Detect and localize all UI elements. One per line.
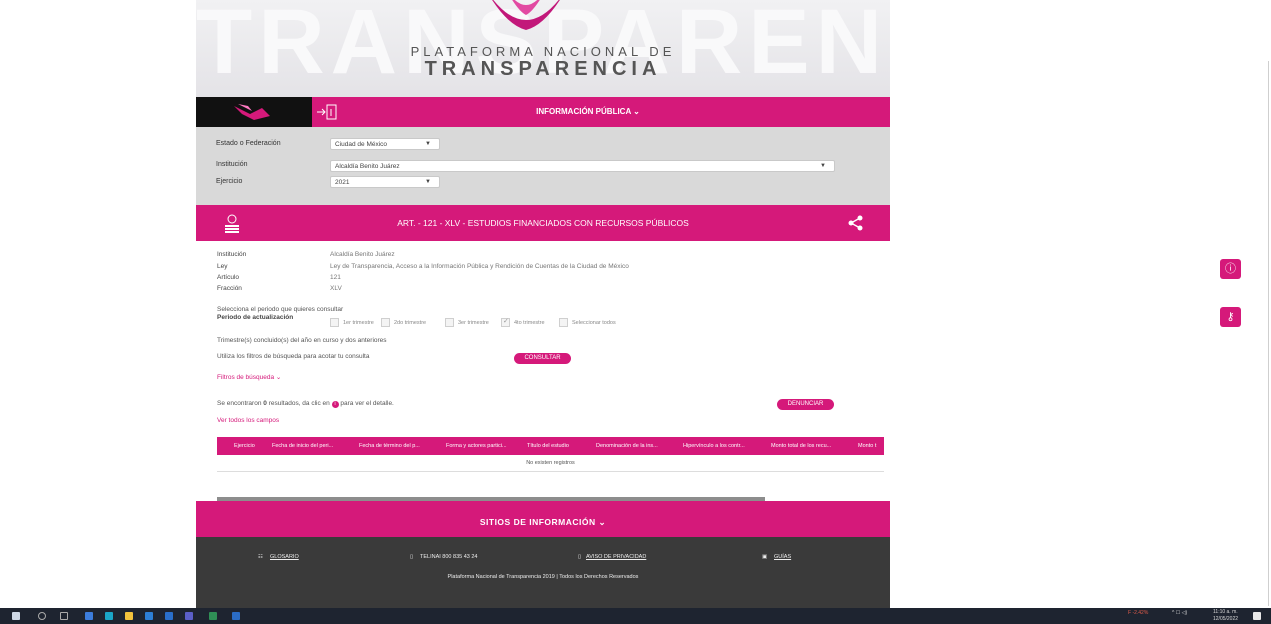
chevron-down-icon: ▼ [820, 163, 826, 169]
tray-icons[interactable]: ^ ☐ ◁) [1172, 611, 1187, 616]
checkbox-seleccionar-todos[interactable] [559, 318, 568, 327]
col-header[interactable]: Monto t [858, 437, 876, 455]
results-suffix2: para ver el detalle. [340, 400, 394, 407]
results-prefix: Se encontraron [217, 400, 262, 407]
info-dot-icon: i [331, 401, 339, 408]
col-header[interactable]: Forma y actores partici... [446, 437, 507, 455]
clock-date[interactable]: 12/05/2022 [1213, 617, 1238, 622]
info-value-fraccion: XLV [330, 285, 342, 292]
checkbox-2do-trimestre[interactable] [381, 318, 390, 327]
task-view-icon[interactable] [60, 612, 68, 620]
period-label: Periodo de actualización [217, 314, 294, 321]
label-4to-trimestre: 4to trimestre [514, 320, 545, 326]
label-seleccionar-todos: Seleccionar todos [572, 320, 616, 326]
checkbox-1er-trimestre[interactable] [330, 318, 339, 327]
chrome-icon[interactable] [85, 612, 93, 620]
col-header[interactable]: Fecha de término del p... [359, 437, 420, 455]
results-suffix: resultados, da clic en [268, 400, 330, 407]
main-nav: INFORMACIÓN PÚBLICA ⌄ [196, 97, 890, 127]
edge-icon[interactable] [105, 612, 113, 620]
results-summary: Se encontraron 0 resultados, da clic en … [217, 400, 394, 408]
store-icon[interactable] [145, 612, 153, 620]
excel-icon[interactable] [209, 612, 217, 620]
consultar-button[interactable]: CONSULTAR [514, 353, 571, 364]
privacy-icon: ▯ [578, 554, 582, 560]
banner-line2: TRANSPARENCIA [424, 58, 662, 80]
institucion-select[interactable]: Alcaldía Benito Juárez ▼ [330, 160, 835, 172]
file-explorer-icon[interactable] [125, 612, 133, 620]
aviso-privacidad-link[interactable]: AVISO DE PRIVACIDAD [586, 554, 646, 560]
col-header[interactable]: Ejercicio [234, 437, 255, 455]
estado-select[interactable]: Ciudad de México ▼ [330, 138, 440, 150]
table-empty-row: No existen registros [217, 455, 884, 472]
label-2do-trimestre: 2do trimestre [394, 320, 427, 326]
article-title: ART. - 121 - XLV - ESTUDIOS FINANCIADOS … [397, 218, 689, 228]
footer: ☷ GLOSARIO ▯ TELINAI 800 835 43 24 ▯ AVI… [196, 537, 890, 608]
filters-panel: Estado o Federación Ciudad de México ▼ I… [196, 127, 890, 205]
clock-time[interactable]: 11:10 a. m. [1213, 610, 1238, 615]
telinai-text: TELINAI 800 835 43 24 [420, 554, 478, 560]
institucion-label: Institución [216, 161, 248, 168]
phone-icon: ▯ [410, 554, 414, 560]
estado-label: Estado o Federación [216, 140, 281, 147]
banner-line1: PLATAFORMA NACIONAL DE [410, 44, 676, 59]
ver-todos-campos-link[interactable]: Ver todos los campos [217, 417, 279, 424]
results-table-header: Ejercicio Fecha de inicio del peri... Fe… [217, 437, 884, 455]
word-icon[interactable] [232, 612, 240, 620]
label-1er-trimestre: 1er trimestre [343, 320, 374, 326]
info-label-articulo: Artículo [217, 274, 240, 281]
info-value-articulo: 121 [330, 274, 341, 281]
sitios-informacion-toggle[interactable]: SITIOS DE INFORMACIÓN ⌄ [196, 501, 890, 537]
col-header[interactable]: Hipervínculo a los contr... [683, 437, 745, 455]
filtros-busqueda-link[interactable]: Filtros de búsqueda ⌄ [217, 373, 281, 381]
ejercicio-select[interactable]: 2021 ▼ [330, 176, 440, 188]
glosario-icon: ☷ [258, 554, 263, 560]
informacion-publica-menu[interactable]: INFORMACIÓN PÚBLICA ⌄ [196, 97, 890, 127]
article-bar: ART. - 121 - XLV - ESTUDIOS FINANCIADOS … [196, 205, 890, 241]
ejercicio-label: Ejercicio [216, 178, 243, 185]
period-prompt: Selecciona el periodo que quieres consul… [217, 306, 344, 313]
glosario-link[interactable]: GLOSARIO [270, 554, 299, 560]
chevron-down-icon: ▼ [425, 141, 431, 147]
teams-icon[interactable] [185, 612, 193, 620]
results-count: 0 [263, 400, 267, 407]
windows-start-icon[interactable] [12, 612, 20, 620]
col-header[interactable]: Fecha de inicio del peri... [272, 437, 333, 455]
period-note: Trimestre(s) concluido(s) del año en cur… [217, 337, 387, 344]
chevron-down-icon: ▼ [425, 179, 431, 185]
footer-copyright: Plataforma Nacional de Transparencia 201… [447, 574, 639, 580]
search-hint: Utiliza los filtros de búsqueda para aco… [217, 353, 370, 360]
col-header[interactable]: Monto total de los recu... [771, 437, 831, 455]
label-3er-trimestre: 3er trimestre [458, 320, 489, 326]
info-value-ley: Ley de Transparencia, Acceso a la Inform… [330, 263, 629, 270]
col-header[interactable]: Denominación de la ins... [596, 437, 658, 455]
info-value-institucion: Alcaldía Benito Juárez [330, 251, 395, 258]
mail-icon[interactable] [165, 612, 173, 620]
header-banner: TRANSPARENCIA PLATAFORMA NACIONAL DE TRA… [196, 0, 890, 97]
guias-link[interactable]: GUÍAS [774, 554, 791, 560]
key-icon[interactable]: ⚷ [1220, 307, 1241, 327]
logo-flower-icon [492, 0, 560, 30]
alert-icon[interactable]: ⓘ [1220, 259, 1241, 279]
windows-taskbar: F -2.42% ^ ☐ ◁) 11:10 a. m. 12/05/2022 [0, 608, 1271, 624]
search-icon[interactable] [38, 612, 46, 620]
share-icon[interactable] [848, 215, 864, 231]
page: TRANSPARENCIA PLATAFORMA NACIONAL DE TRA… [196, 0, 890, 608]
stock-ticker[interactable]: F -2.42% [1128, 611, 1148, 616]
info-label-institucion: Institución [217, 251, 247, 258]
checkbox-4to-trimestre[interactable] [501, 317, 510, 327]
info-label-ley: Ley [217, 263, 228, 270]
col-header[interactable]: Título del estudio [527, 437, 569, 455]
denunciar-button[interactable]: DENUNCIAR [777, 399, 834, 410]
checkbox-3er-trimestre[interactable] [445, 318, 454, 327]
guias-icon: ▣ [762, 554, 768, 560]
institucion-value: Alcaldía Benito Juárez [335, 163, 400, 170]
notification-icon[interactable] [1253, 612, 1261, 620]
ejercicio-value: 2021 [335, 179, 350, 186]
estado-value: Ciudad de México [335, 141, 388, 148]
info-label-fraccion: Fracción [217, 285, 242, 292]
scroll-edge [1268, 61, 1269, 606]
